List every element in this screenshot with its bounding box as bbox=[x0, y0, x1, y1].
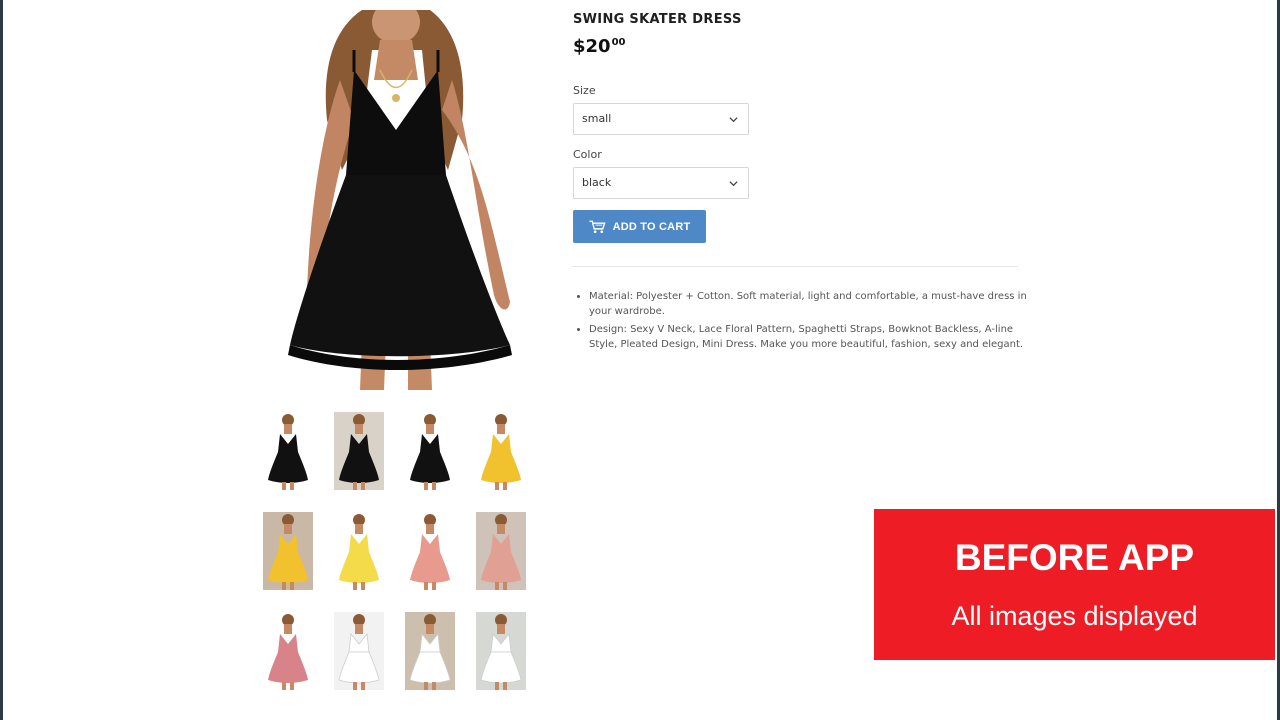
banner-subtitle: All images displayed bbox=[951, 601, 1198, 631]
description-item: Material: Polyester + Cotton. Soft mater… bbox=[589, 289, 1039, 319]
chevron-down-icon bbox=[729, 181, 738, 187]
thumbnail-image[interactable] bbox=[334, 412, 384, 490]
thumbnail-image[interactable] bbox=[476, 512, 526, 590]
thumbnail-image[interactable] bbox=[405, 612, 455, 690]
dress-photo bbox=[288, 0, 512, 390]
thumbnail-image[interactable] bbox=[334, 612, 384, 690]
thumbnail-image[interactable] bbox=[476, 412, 526, 490]
thumbnail-image[interactable] bbox=[263, 512, 313, 590]
product-price: $2000 bbox=[573, 36, 626, 57]
thumbnail-image[interactable] bbox=[405, 512, 455, 590]
banner-title: BEFORE APP bbox=[954, 537, 1195, 578]
product-description: Material: Polyester + Cotton. Soft mater… bbox=[573, 289, 1039, 355]
size-label: Size bbox=[573, 84, 596, 97]
before-app-banner: BEFORE APP All images displayed bbox=[874, 509, 1275, 660]
add-to-cart-label: ADD TO CART bbox=[612, 220, 691, 233]
size-select[interactable]: small bbox=[573, 103, 749, 135]
color-value: black bbox=[582, 176, 612, 189]
size-value: small bbox=[582, 112, 612, 125]
thumbnail-image[interactable] bbox=[263, 612, 313, 690]
add-to-cart-button[interactable]: ADD TO CART bbox=[573, 210, 706, 243]
thumbnail-image[interactable] bbox=[263, 412, 313, 490]
product-title: SWING SKATER DRESS bbox=[573, 12, 742, 27]
cart-icon bbox=[589, 220, 606, 233]
price-main: $20 bbox=[573, 36, 611, 57]
color-label: Color bbox=[573, 148, 602, 161]
chevron-down-icon bbox=[729, 117, 738, 123]
thumbnail-image[interactable] bbox=[405, 412, 455, 490]
thumbnail-image[interactable] bbox=[334, 512, 384, 590]
main-product-image[interactable] bbox=[262, 0, 530, 390]
thumbnail-image[interactable] bbox=[476, 612, 526, 690]
color-select[interactable]: black bbox=[573, 167, 749, 199]
price-cents: 00 bbox=[611, 37, 626, 48]
section-divider bbox=[573, 266, 1018, 267]
description-item: Design: Sexy V Neck, Lace Floral Pattern… bbox=[589, 322, 1039, 352]
page-left-border bbox=[0, 0, 3, 720]
